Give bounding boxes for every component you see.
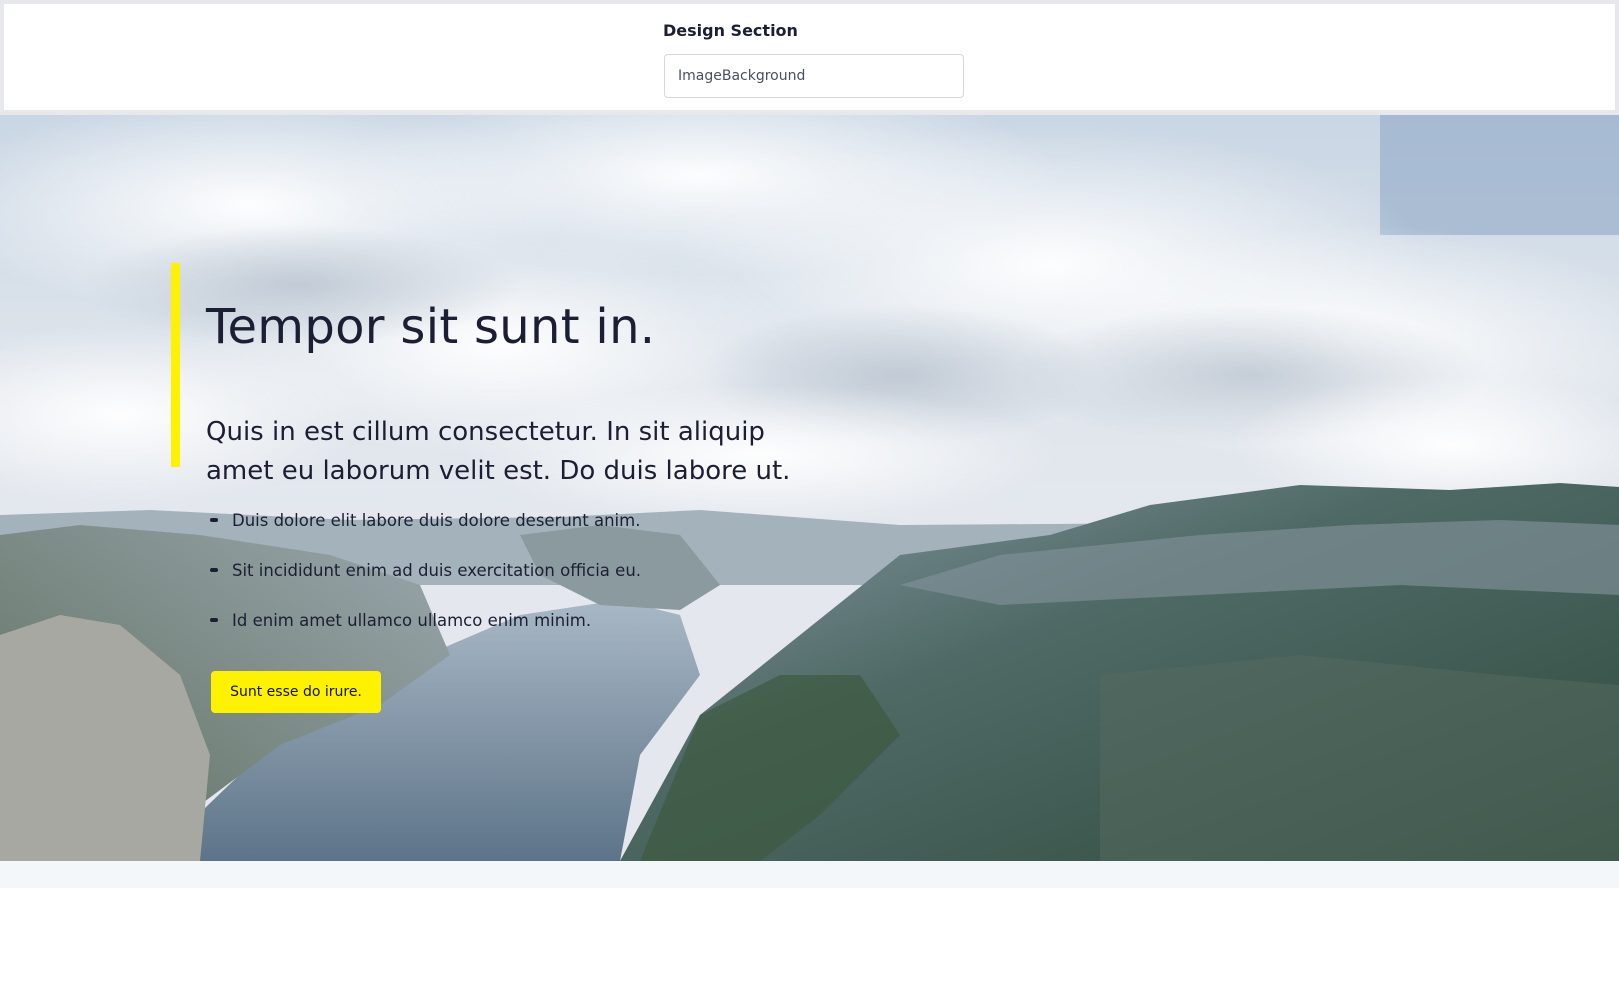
list-item-text: Duis dolore elit labore duis dolore dese… bbox=[232, 510, 641, 530]
hero-title: Tempor sit sunt in. bbox=[206, 299, 656, 356]
design-toolbar: Design Section ImageBackground bbox=[0, 0, 1619, 115]
hero-subtitle: Quis in est cillum consectetur. In sit a… bbox=[206, 417, 791, 486]
accent-bar bbox=[171, 263, 180, 467]
design-section-select-value: ImageBackground bbox=[678, 68, 806, 84]
list-item: Id enim amet ullamco ullamco enim minim. bbox=[206, 595, 641, 645]
cta-button[interactable]: Sunt esse do irure. bbox=[211, 671, 381, 713]
bullet-icon bbox=[210, 618, 218, 622]
list-item-text: Id enim amet ullamco ullamco enim minim. bbox=[232, 610, 592, 630]
bullet-icon bbox=[210, 568, 218, 572]
design-toolbar-panel: Design Section ImageBackground bbox=[4, 4, 1615, 110]
feature-list: Duis dolore elit labore duis dolore dese… bbox=[206, 495, 641, 645]
design-section-select[interactable]: ImageBackground bbox=[664, 54, 964, 98]
list-item: Duis dolore elit labore duis dolore dese… bbox=[206, 495, 641, 545]
footer-strip bbox=[0, 861, 1619, 888]
bullet-icon bbox=[210, 518, 218, 522]
list-item: Sit incididunt enim ad duis exercitation… bbox=[206, 545, 641, 595]
design-section-label: Design Section bbox=[663, 21, 798, 40]
list-item-text: Sit incididunt enim ad duis exercitation… bbox=[232, 560, 642, 580]
hero-section: Tempor sit sunt in. Quis in est cillum c… bbox=[0, 115, 1619, 861]
